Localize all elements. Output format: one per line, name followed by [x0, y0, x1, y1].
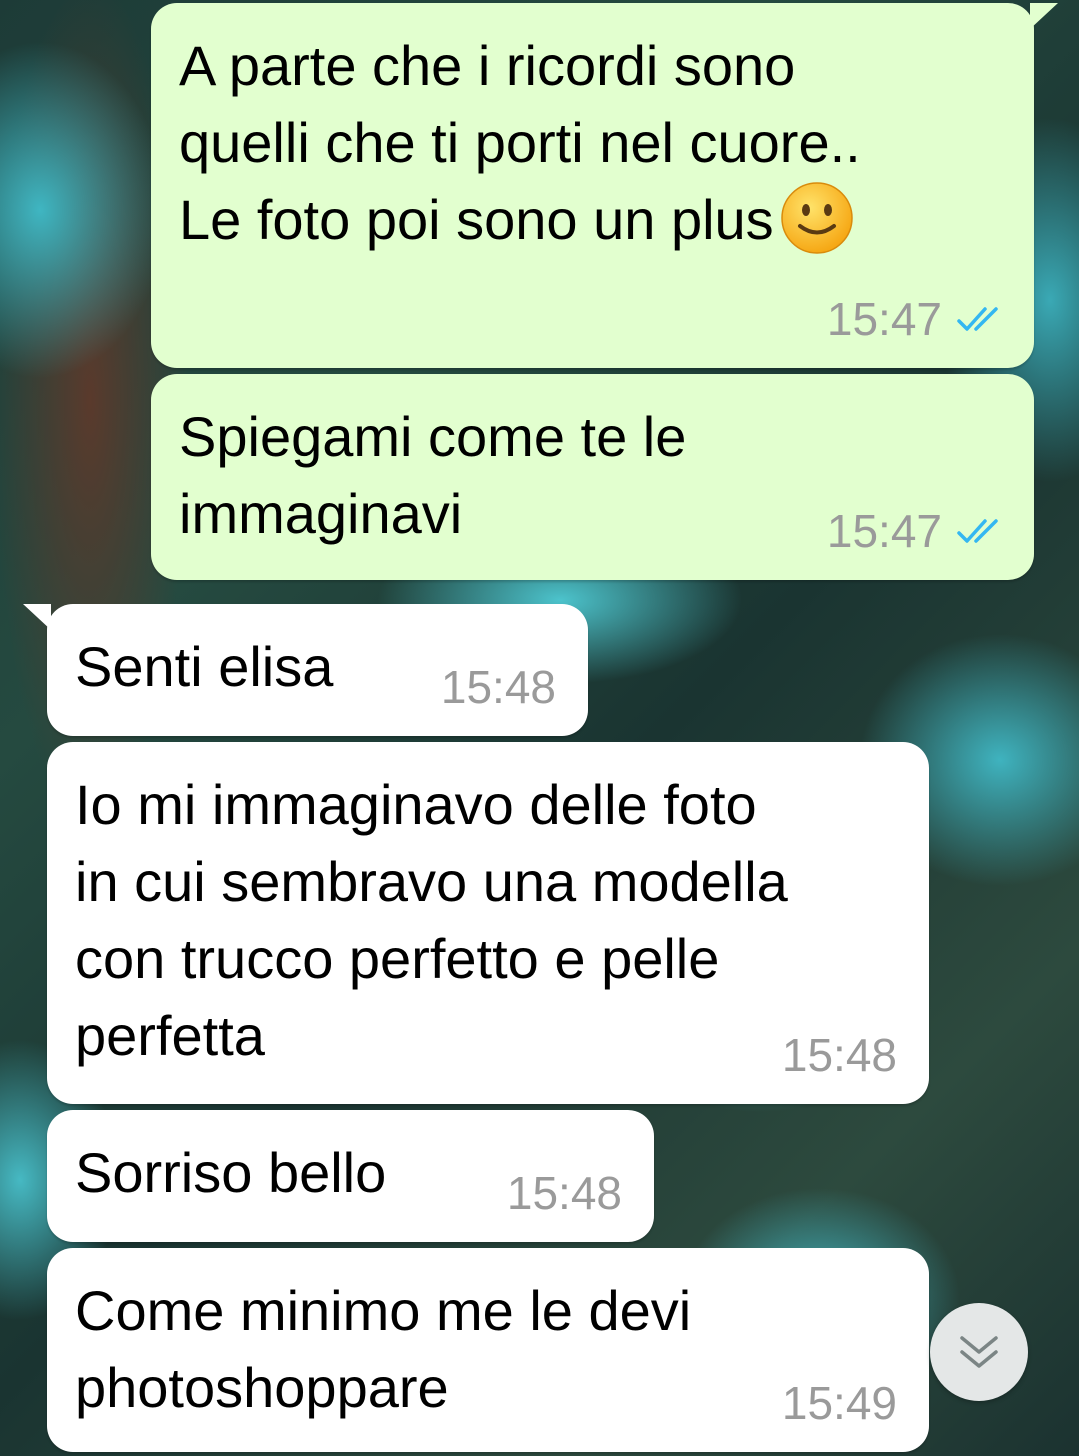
message-meta: 15:48	[441, 662, 556, 712]
message-bubble-outgoing[interactable]: Spiegami come te le immaginavi 15:47	[151, 374, 1034, 580]
scroll-to-bottom-button[interactable]	[930, 1303, 1028, 1401]
chevron-double-down-icon	[960, 1336, 998, 1368]
double-check-icon	[957, 307, 998, 331]
message-meta: 15:47	[827, 506, 1006, 556]
message-bubble-incoming[interactable]: Senti elisa 15:48	[23, 604, 588, 736]
message-text: A parte che i ricordi sono quelli che ti…	[179, 27, 861, 261]
message-time: 15:48	[506, 1167, 622, 1219]
message-bubble-outgoing[interactable]: A parte che i ricordi sono quelli che ti…	[151, 3, 1058, 368]
message-text: Spiegami come te le immaginavi	[179, 405, 687, 545]
message-bubble-incoming[interactable]: Io mi immaginavo delle foto in cui sembr…	[47, 742, 929, 1104]
bubble-tail	[23, 604, 51, 630]
message-text: Come minimo me le devi photoshoppare	[75, 1279, 692, 1419]
message-time: 15:48	[781, 1029, 897, 1081]
message-text: Senti elisa	[75, 635, 334, 698]
message-time: 15:48	[440, 661, 556, 713]
message-text: Io mi immaginavo delle foto in cui sembr…	[75, 773, 788, 1067]
bubble-tail	[1030, 3, 1058, 29]
message-meta: 15:47	[827, 294, 1006, 344]
message-time: 15:49	[781, 1377, 897, 1429]
message-bubble-incoming[interactable]: Come minimo me le devi photoshoppare 15:…	[47, 1248, 929, 1452]
double-check-icon	[957, 519, 998, 543]
message-text: Sorriso bello	[75, 1141, 387, 1204]
message-text-content: A parte che i ricordi sono quelli che ti…	[179, 34, 861, 251]
message-bubble-incoming[interactable]: Sorriso bello 15:48	[47, 1110, 654, 1242]
message-time: 15:47	[826, 505, 942, 557]
message-time: 15:47	[826, 293, 942, 345]
message-meta: 15:48	[507, 1168, 622, 1218]
message-meta: 15:48	[782, 1030, 897, 1080]
smiley-emoji-icon	[780, 182, 853, 254]
message-meta: 15:49	[782, 1378, 897, 1428]
